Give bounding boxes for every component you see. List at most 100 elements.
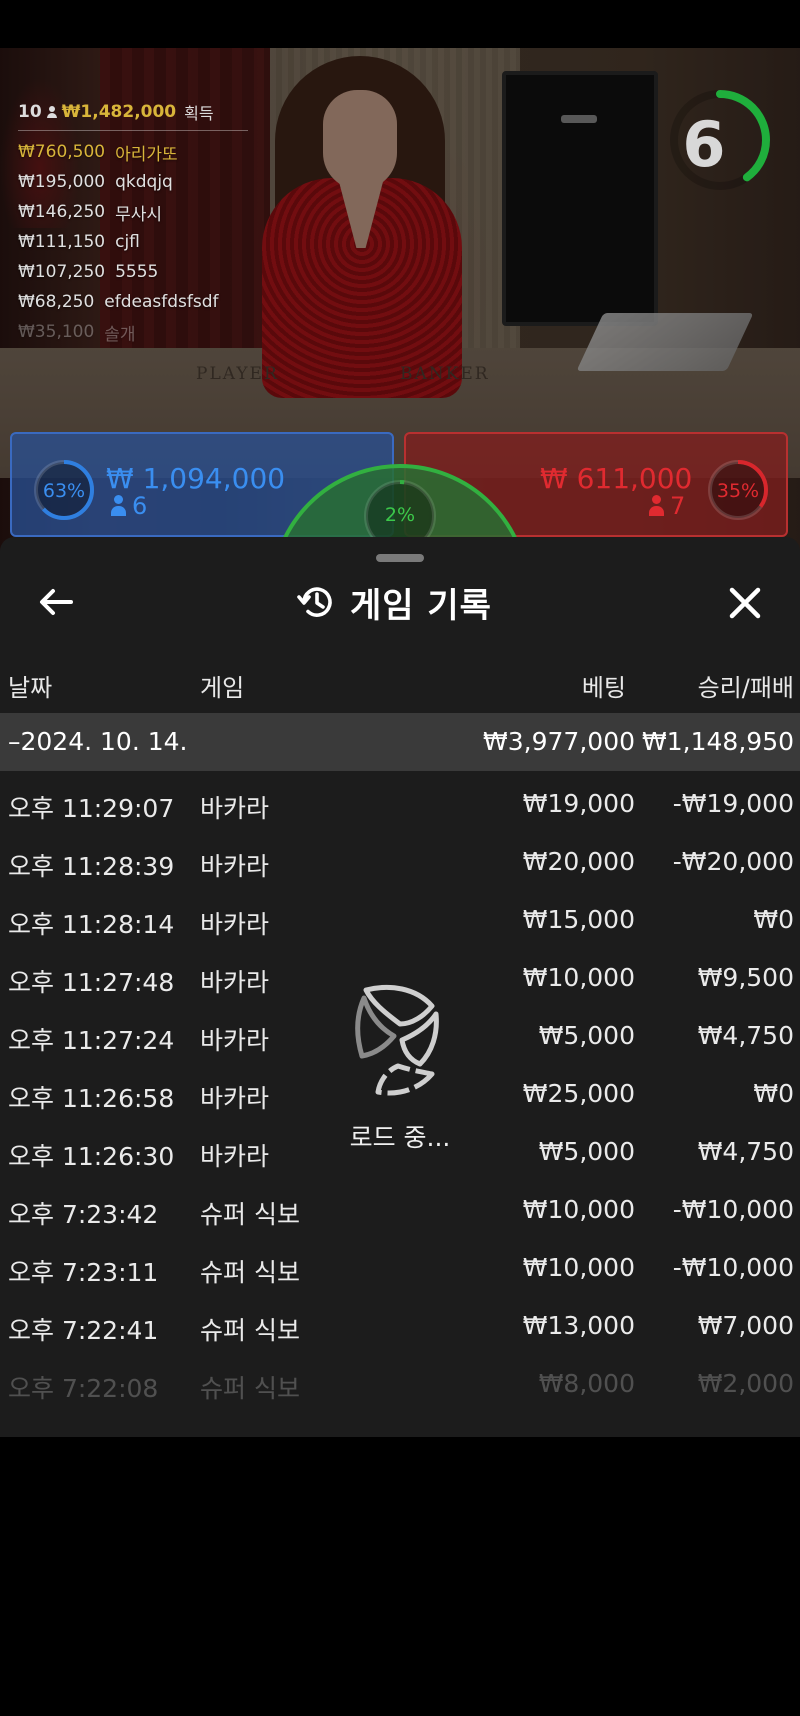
loading-text: 로드 중... xyxy=(349,1123,451,1152)
sheet-title: 게임 기록 xyxy=(350,585,492,626)
leaderboard-amount: ₩760,500 xyxy=(18,142,106,162)
player-bettors: 6 xyxy=(110,492,147,520)
player-bet-total: ₩ 1,094,000 xyxy=(106,462,286,495)
row-result: ₩4,750 xyxy=(697,1021,794,1050)
row-result: ₩4,750 xyxy=(697,1137,794,1166)
player-bettor-count: 6 xyxy=(132,492,148,520)
row-game: 바카라 xyxy=(200,968,270,997)
row-game: 바카라 xyxy=(200,794,270,823)
date-group-bet-total: ₩3,977,000 xyxy=(483,727,635,756)
row-bet: ₩5,000 xyxy=(538,1021,635,1050)
row-time: 오후 11:26:30 xyxy=(8,1142,175,1171)
row-game: 슈퍼 식보 xyxy=(200,1316,300,1345)
column-bet: 베팅 xyxy=(581,674,626,702)
row-time: 오후 11:28:39 xyxy=(8,852,175,881)
tie-percent: 2% xyxy=(384,504,416,526)
leaderboard-amount: ₩195,000 xyxy=(18,172,106,192)
leaderboard-row: ₩68,250 efdeasfdsfsdf xyxy=(18,287,248,317)
table-row[interactable]: 오후 7:23:11 슈퍼 식보 ₩10,000 -₩10,000 xyxy=(0,1240,800,1298)
leaderboard-name: 아리가또 xyxy=(115,144,178,165)
table-row[interactable]: 오후 7:22:41 슈퍼 식보 ₩13,000 ₩7,000 xyxy=(0,1298,800,1356)
sheet-header: 게임 기록 xyxy=(296,578,492,626)
date-group-date: –2024. 10. 14. xyxy=(8,727,188,756)
leaderboard-amount: ₩146,250 xyxy=(18,202,106,222)
leaderboard-name: 5555 xyxy=(115,262,159,282)
user-icon xyxy=(46,106,58,118)
banker-bettors: 7 xyxy=(648,492,685,520)
winners-leaderboard: 10 ₩1,482,000 획득 ₩760,500 아리가또 ₩195,000 … xyxy=(18,100,248,347)
row-time: 오후 11:26:58 xyxy=(8,1084,175,1113)
person-icon xyxy=(648,495,664,517)
leaderboard-name: 무사시 xyxy=(115,204,163,225)
leaderboard-row: ₩111,150 cjfl xyxy=(18,227,248,257)
row-result: ₩9,500 xyxy=(697,963,794,992)
table-row[interactable]: 오후 7:23:42 슈퍼 식보 ₩10,000 -₩10,000 xyxy=(0,1182,800,1240)
leaderboard-amount: ₩107,250 xyxy=(18,262,106,282)
column-date: 날짜 xyxy=(8,674,53,702)
player-percent: 63% xyxy=(42,480,86,502)
winner-count: 10 xyxy=(18,102,42,122)
row-result: -₩19,000 xyxy=(672,789,794,818)
row-time: 오후 11:27:48 xyxy=(8,968,175,997)
row-time: 오후 7:23:42 xyxy=(8,1200,159,1229)
total-won: ₩1,482,000 xyxy=(61,102,177,122)
history-icon xyxy=(297,587,332,617)
row-time: 오후 11:27:24 xyxy=(8,1026,175,1055)
row-bet: ₩10,000 xyxy=(522,1253,635,1282)
row-bet: ₩25,000 xyxy=(522,1079,635,1108)
leaderboard-row: ₩35,100 솔개 xyxy=(18,317,248,347)
leaderboard-name: efdeasfdsfsdf xyxy=(104,292,219,312)
close-button[interactable] xyxy=(722,580,768,626)
row-bet: ₩19,000 xyxy=(522,789,635,818)
sheet-drag-handle[interactable] xyxy=(376,554,424,562)
banker-percent: 35% xyxy=(716,480,760,502)
leaderboard-amount: ₩111,150 xyxy=(18,232,106,252)
back-button[interactable] xyxy=(34,580,78,624)
row-bet: ₩8,000 xyxy=(538,1369,635,1398)
leaderboard-amount: ₩35,100 xyxy=(18,322,95,342)
won-label: 획득 xyxy=(184,104,214,123)
date-group-win-total: ₩1,148,950 xyxy=(642,727,794,756)
leaderboard-name: cjfl xyxy=(115,232,140,252)
leaderboard-row: ₩195,000 qkdqjq xyxy=(18,167,248,197)
row-bet: ₩15,000 xyxy=(522,905,635,934)
row-game: 슈퍼 식보 xyxy=(200,1258,300,1287)
row-game: 바카라 xyxy=(200,910,270,939)
leaderboard-row: ₩146,250 무사시 xyxy=(18,197,248,227)
banker-bet-total: ₩ 611,000 xyxy=(540,462,693,495)
close-icon xyxy=(729,587,761,619)
leaderboard-row: ₩760,500 아리가또 xyxy=(18,137,248,167)
leaderboard-header: 10 ₩1,482,000 획득 xyxy=(18,100,248,131)
row-bet: ₩13,000 xyxy=(522,1311,635,1340)
row-time: 오후 11:28:14 xyxy=(8,910,175,939)
leaderboard-name: qkdqjq xyxy=(115,172,173,192)
leaderboard-amount: ₩68,250 xyxy=(18,292,95,312)
row-time: 오후 7:22:08 xyxy=(8,1374,159,1403)
column-game: 게임 xyxy=(200,674,245,702)
banker-bettor-count: 7 xyxy=(670,492,686,520)
table-row[interactable]: 오후 7:22:08 슈퍼 식보 ₩8,000 ₩2,000 xyxy=(0,1356,800,1414)
row-game: 바카라 xyxy=(200,1084,270,1113)
countdown-value: 6 xyxy=(682,108,726,181)
table-row[interactable]: 오후 11:29:07 바카라 ₩19,000 -₩19,000 xyxy=(0,776,800,834)
row-result: ₩2,000 xyxy=(697,1369,794,1398)
table-row[interactable]: 오후 11:28:39 바카라 ₩20,000 -₩20,000 xyxy=(0,834,800,892)
table-row[interactable]: 오후 11:28:14 바카라 ₩15,000 ₩0 xyxy=(0,892,800,950)
leaderboard-name: 솔개 xyxy=(104,324,136,345)
row-bet: ₩10,000 xyxy=(522,1195,635,1224)
row-result: -₩20,000 xyxy=(672,847,794,876)
row-game: 슈퍼 식보 xyxy=(200,1374,300,1403)
history-table-header: 날짜 게임 베팅 승리/패배 xyxy=(0,664,800,704)
column-win-loss: 승리/패배 xyxy=(697,674,794,702)
row-time: 오후 7:23:11 xyxy=(8,1258,159,1287)
row-bet: ₩10,000 xyxy=(522,963,635,992)
row-time: 오후 7:22:41 xyxy=(8,1316,159,1345)
row-result: ₩7,000 xyxy=(697,1311,794,1340)
date-group-row[interactable]: –2024. 10. 14. ₩3,977,000 ₩1,148,950 xyxy=(0,713,800,771)
row-game: 바카라 xyxy=(200,1026,270,1055)
row-time: 오후 11:29:07 xyxy=(8,794,175,823)
row-bet: ₩20,000 xyxy=(522,847,635,876)
row-game: 바카라 xyxy=(200,852,270,881)
row-result: ₩0 xyxy=(753,905,794,934)
person-icon xyxy=(110,495,126,517)
